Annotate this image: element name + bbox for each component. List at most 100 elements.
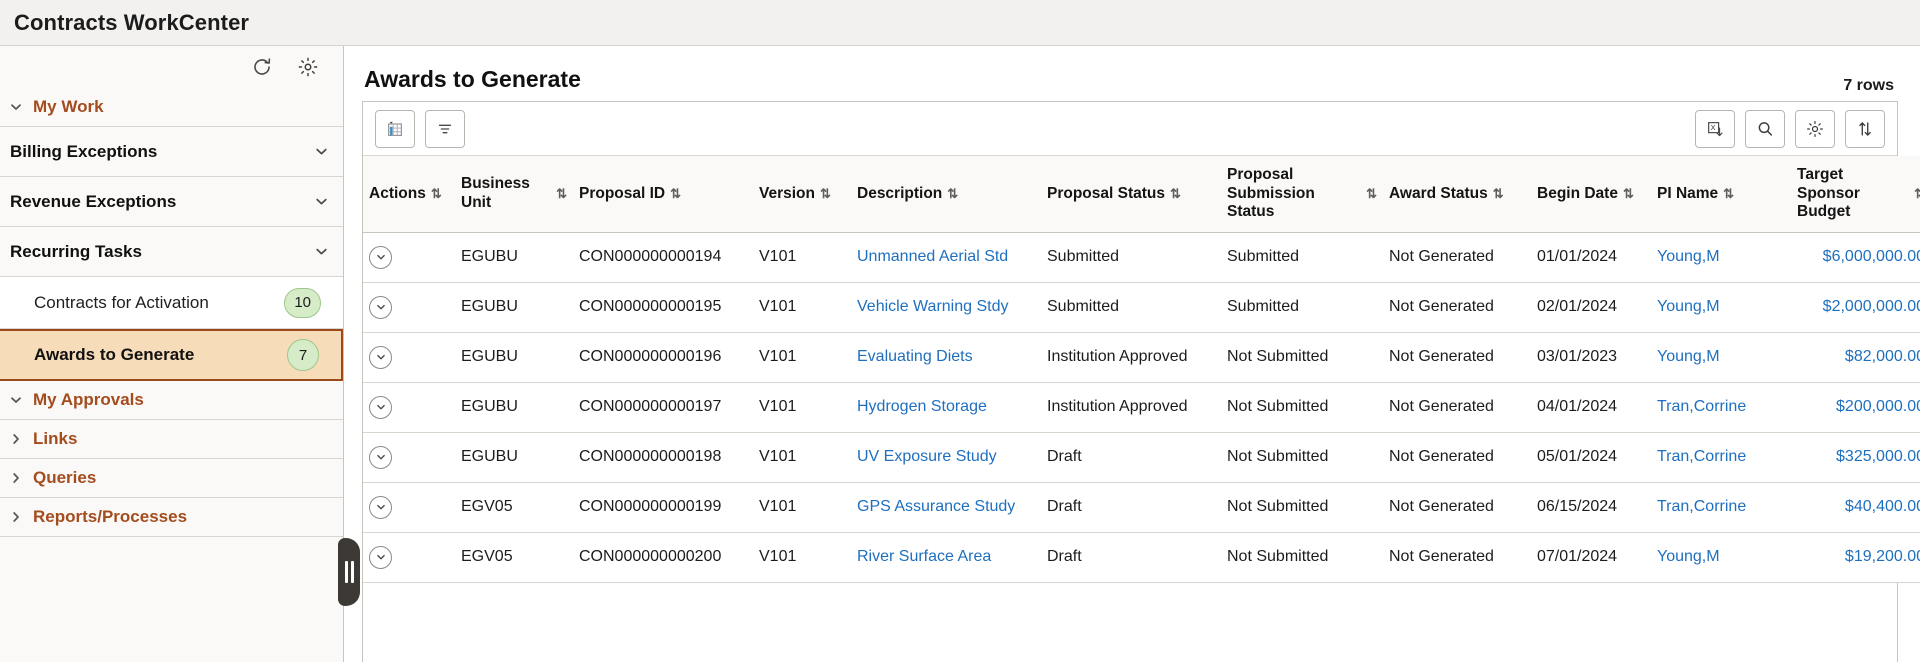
export-excel-button[interactable]: X xyxy=(1695,110,1735,148)
target_sponsor_budget-link[interactable]: $6,000,000.00 xyxy=(1823,248,1920,265)
workcenter-sidebar: My Work Billing Exceptions Revenue Excep… xyxy=(0,46,344,662)
cell-target_sponsor_budget: $40,400.00 xyxy=(1791,482,1920,532)
pi_name-link[interactable]: Tran,Corrine xyxy=(1657,498,1746,515)
column-header-target-sponsor-budget[interactable]: Target Sponsor Budget ⇅ xyxy=(1791,156,1920,232)
column-header-proposal-submission-status[interactable]: Proposal Submission Status ⇅ xyxy=(1221,156,1383,232)
column-header-actions[interactable]: Actions ⇅ xyxy=(363,156,455,232)
target_sponsor_budget-link[interactable]: $325,000.00 xyxy=(1836,448,1920,465)
cell-proposal_status: Draft xyxy=(1041,482,1221,532)
target_sponsor_budget-link[interactable]: $40,400.00 xyxy=(1845,498,1920,515)
sort-button[interactable] xyxy=(1845,110,1885,148)
sidebar-group-my-work[interactable]: My Work xyxy=(0,88,343,127)
sidebar-item-revenue-exceptions[interactable]: Revenue Exceptions xyxy=(0,177,343,227)
title-bar: Contracts WorkCenter xyxy=(0,0,1920,46)
row-actions-button[interactable] xyxy=(369,246,392,269)
filter-button[interactable] xyxy=(425,110,465,148)
cell-actions xyxy=(363,232,455,282)
column-header-label: Begin Date xyxy=(1537,185,1618,204)
refresh-icon[interactable] xyxy=(249,54,275,80)
pi_name-link[interactable]: Young,M xyxy=(1657,298,1720,315)
column-header-pi-name[interactable]: PI Name ⇅ xyxy=(1651,156,1791,232)
pi_name-link[interactable]: Tran,Corrine xyxy=(1657,448,1746,465)
sidebar-group-my-approvals[interactable]: My Approvals xyxy=(0,381,343,420)
row-actions-button[interactable] xyxy=(369,296,392,319)
chevron-right-icon xyxy=(8,509,24,525)
sort-arrows-icon[interactable]: ⇅ xyxy=(1723,187,1734,200)
description-link[interactable]: UV Exposure Study xyxy=(857,448,997,465)
row-actions-button[interactable] xyxy=(369,496,392,519)
sort-arrows-icon[interactable]: ⇅ xyxy=(1623,187,1634,200)
cell-proposal_status: Draft xyxy=(1041,432,1221,482)
sort-arrows-icon[interactable]: ⇅ xyxy=(556,187,567,200)
cell-proposal_id: CON000000000194 xyxy=(573,232,753,282)
sort-arrows-icon[interactable]: ⇅ xyxy=(670,187,681,200)
cell-proposal_submission_status: Submitted xyxy=(1221,282,1383,332)
sidebar-collapse-handle[interactable] xyxy=(338,538,360,606)
body-split: My Work Billing Exceptions Revenue Excep… xyxy=(0,46,1920,662)
pi_name-link[interactable]: Young,M xyxy=(1657,548,1720,565)
column-header-label: Proposal Status xyxy=(1047,185,1165,204)
pi_name-link[interactable]: Young,M xyxy=(1657,348,1720,365)
description-link[interactable]: Unmanned Aerial Std xyxy=(857,248,1008,265)
target_sponsor_budget-link[interactable]: $2,000,000.00 xyxy=(1823,298,1920,315)
sidebar-item-label: Recurring Tasks xyxy=(10,242,142,262)
target_sponsor_budget-link[interactable]: $82,000.00 xyxy=(1845,348,1920,365)
sort-arrows-icon[interactable]: ⇅ xyxy=(431,187,442,200)
chevron-down-icon xyxy=(314,244,329,259)
grid-settings-button[interactable] xyxy=(1795,110,1835,148)
description-link[interactable]: River Surface Area xyxy=(857,548,991,565)
sort-arrows-icon[interactable]: ⇅ xyxy=(1493,187,1504,200)
column-header-version[interactable]: Version ⇅ xyxy=(753,156,851,232)
column-header-label: Description xyxy=(857,185,942,204)
table-header-row: Actions ⇅ Business Unit ⇅ xyxy=(363,156,1920,232)
description-link[interactable]: Vehicle Warning Stdy xyxy=(857,298,1008,315)
pi_name-link[interactable]: Tran,Corrine xyxy=(1657,398,1746,415)
sidebar-group-queries[interactable]: Queries xyxy=(0,459,343,498)
column-header-begin-date[interactable]: Begin Date ⇅ xyxy=(1531,156,1651,232)
grid-toolbar-left xyxy=(375,110,465,148)
search-button[interactable] xyxy=(1745,110,1785,148)
table-body: EGUBUCON000000000194V101Unmanned Aerial … xyxy=(363,232,1920,582)
chevron-down-icon xyxy=(314,194,329,209)
column-header-description[interactable]: Description ⇅ xyxy=(851,156,1041,232)
column-header-proposal-id[interactable]: Proposal ID ⇅ xyxy=(573,156,753,232)
cell-target_sponsor_budget: $82,000.00 xyxy=(1791,332,1920,382)
sidebar-item-awards-to-generate[interactable]: Awards to Generate 7 xyxy=(0,329,343,381)
sidebar-item-contracts-for-activation[interactable]: Contracts for Activation 10 xyxy=(0,277,343,329)
sidebar-group-reports-processes[interactable]: Reports/Processes xyxy=(0,498,343,537)
row-actions-button[interactable] xyxy=(369,396,392,419)
sort-arrows-icon[interactable]: ⇅ xyxy=(947,187,958,200)
description-link[interactable]: Evaluating Diets xyxy=(857,348,973,365)
row-actions-button[interactable] xyxy=(369,546,392,569)
column-header-proposal-status[interactable]: Proposal Status ⇅ xyxy=(1041,156,1221,232)
sidebar-group-links[interactable]: Links xyxy=(0,420,343,459)
cell-target_sponsor_budget: $325,000.00 xyxy=(1791,432,1920,482)
table-row: EGUBUCON000000000198V101UV Exposure Stud… xyxy=(363,432,1920,482)
target_sponsor_budget-link[interactable]: $19,200.00 xyxy=(1845,548,1920,565)
sort-arrows-icon[interactable]: ⇅ xyxy=(1170,187,1181,200)
pi_name-link[interactable]: Young,M xyxy=(1657,248,1720,265)
sort-arrows-icon[interactable]: ⇅ xyxy=(1366,187,1377,200)
cell-business_unit: EGUBU xyxy=(455,282,573,332)
gear-icon[interactable] xyxy=(295,54,321,80)
sidebar-item-recurring-tasks[interactable]: Recurring Tasks xyxy=(0,227,343,277)
description-link[interactable]: Hydrogen Storage xyxy=(857,398,987,415)
cell-business_unit: EGUBU xyxy=(455,432,573,482)
sort-arrows-icon[interactable]: ⇅ xyxy=(1914,187,1920,200)
cell-actions xyxy=(363,532,455,582)
cell-pi_name: Tran,Corrine xyxy=(1651,482,1791,532)
sidebar-item-billing-exceptions[interactable]: Billing Exceptions xyxy=(0,127,343,177)
row-actions-button[interactable] xyxy=(369,346,392,369)
sidebar-group-label: Links xyxy=(33,429,77,449)
table-row: EGV05CON000000000199V101GPS Assurance St… xyxy=(363,482,1920,532)
column-header-award-status[interactable]: Award Status ⇅ xyxy=(1383,156,1531,232)
description-link[interactable]: GPS Assurance Study xyxy=(857,498,1015,515)
chart-view-button[interactable] xyxy=(375,110,415,148)
target_sponsor_budget-link[interactable]: $200,000.00 xyxy=(1836,398,1920,415)
column-header-business-unit[interactable]: Business Unit ⇅ xyxy=(455,156,573,232)
column-header-label: Version xyxy=(759,185,815,204)
sort-arrows-icon[interactable]: ⇅ xyxy=(820,187,831,200)
cell-description: Evaluating Diets xyxy=(851,332,1041,382)
status-badge: 7 xyxy=(287,339,319,371)
row-actions-button[interactable] xyxy=(369,446,392,469)
